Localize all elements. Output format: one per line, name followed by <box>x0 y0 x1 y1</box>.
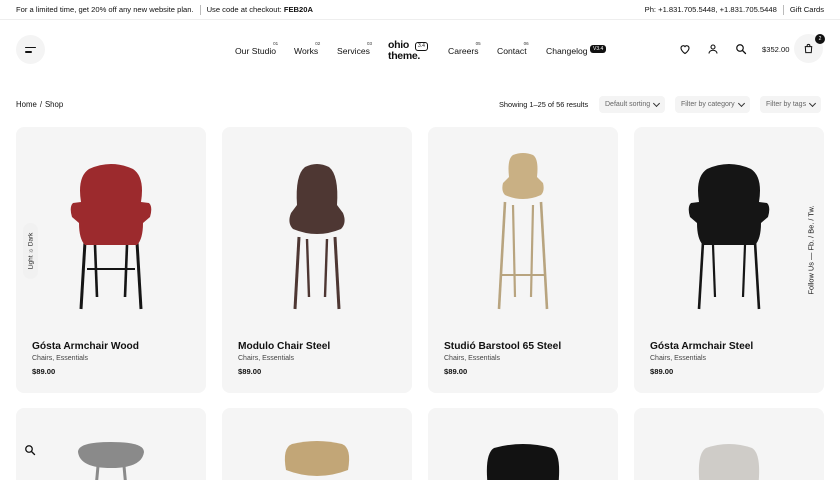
product-price: $89.00 <box>32 367 56 376</box>
cart-total[interactable]: $352.00 <box>762 45 789 54</box>
product-card[interactable]: Modulo Chair Steel Chairs, Essentials $8… <box>222 127 412 393</box>
product-image[interactable] <box>428 147 618 327</box>
category-filter[interactable]: Filter by category <box>675 96 750 113</box>
product-price: $89.00 <box>650 367 674 376</box>
theme-toggle-label: Light ☼ Dark <box>27 232 35 270</box>
breadcrumb-home[interactable]: Home <box>16 100 37 109</box>
product-card[interactable] <box>222 408 412 480</box>
main-nav: Our Studio 01 Works 02 Services 03 Careers 0… <box>0 20 840 56</box>
product-categories[interactable]: Chairs, Essentials <box>444 355 500 362</box>
nav-careers[interactable]: Careers 05 <box>448 41 481 56</box>
chair-image <box>486 444 560 480</box>
promo-topbar: For a limited time, get 20% off any new … <box>0 0 840 20</box>
product-image[interactable] <box>222 147 412 327</box>
product-card[interactable] <box>634 408 824 480</box>
armchair-image <box>70 164 152 310</box>
search-icon[interactable] <box>24 444 36 456</box>
nav-our-studio[interactable]: Our Studio 01 <box>235 41 278 56</box>
product-name[interactable]: Gósta Armchair Wood <box>32 341 139 352</box>
product-name[interactable]: Studió Barstool 65 Steel <box>444 341 561 352</box>
heart-icon[interactable] <box>679 43 691 55</box>
theme-toggle[interactable]: Light ☼ Dark <box>23 223 38 279</box>
nav-changelog[interactable]: Changelog <box>546 46 588 56</box>
user-icon[interactable] <box>707 43 719 55</box>
product-price: $89.00 <box>238 367 262 376</box>
product-card[interactable]: Studió Barstool 65 Steel Chairs, Essenti… <box>428 127 618 393</box>
divider <box>782 4 784 15</box>
product-image[interactable] <box>16 147 206 327</box>
product-card[interactable]: Gósta Armchair Wood Chairs, Essentials $… <box>16 127 206 393</box>
promo-code-text: Use code at checkout: FEB20A <box>206 5 313 14</box>
site-logo[interactable]: ohio 3.4 theme. <box>388 40 432 64</box>
cart-count-badge: 2 <box>815 34 825 44</box>
search-icon[interactable] <box>735 43 747 55</box>
breadcrumb-current: Shop <box>44 100 64 109</box>
product-name[interactable]: Modulo Chair Steel <box>238 341 330 352</box>
phone-text: Ph: +1.831.705.5448, +1.831.705.5448 <box>644 5 777 14</box>
barstool-image <box>497 153 549 310</box>
gift-cards-link[interactable]: Gift Cards <box>790 5 824 14</box>
product-categories[interactable]: Chairs, Essentials <box>650 355 706 362</box>
chevron-down-icon <box>737 99 745 107</box>
armchair-image <box>688 164 770 310</box>
product-categories[interactable]: Chairs, Essentials <box>32 355 88 362</box>
product-card[interactable] <box>16 408 206 480</box>
product-card[interactable]: Gósta Armchair Steel Chairs, Essentials … <box>634 127 824 393</box>
chair-image <box>698 444 760 480</box>
product-card[interactable] <box>428 408 618 480</box>
results-count: Showing 1–25 of 56 results <box>499 100 589 109</box>
barstool-image <box>284 441 350 476</box>
changelog-version-badge: V3.4 <box>590 45 607 53</box>
nav-services[interactable]: Services 03 <box>337 41 372 56</box>
menu-icon <box>25 46 36 48</box>
divider <box>199 4 201 15</box>
product-categories[interactable]: Chairs, Essentials <box>238 355 294 362</box>
product-image[interactable] <box>634 147 824 327</box>
product-price: $89.00 <box>444 367 468 376</box>
sorting-select[interactable]: Default sorting <box>599 96 666 113</box>
chevron-down-icon <box>653 99 661 107</box>
chair-image <box>289 164 345 310</box>
promo-text: For a limited time, get 20% off any new … <box>16 5 194 14</box>
product-name[interactable]: Gósta Armchair Steel <box>650 341 753 352</box>
nav-contact[interactable]: Contact 06 <box>497 41 529 56</box>
bag-icon <box>804 43 813 54</box>
breadcrumb: Home / Shop <box>16 100 64 109</box>
follow-us-links[interactable]: Follow Us — Fb. / Be. / Tw. <box>807 206 816 295</box>
tags-filter[interactable]: Filter by tags <box>760 96 822 113</box>
nav-works[interactable]: Works 02 <box>294 41 320 56</box>
chair-image <box>78 442 144 480</box>
chevron-down-icon <box>809 99 817 107</box>
